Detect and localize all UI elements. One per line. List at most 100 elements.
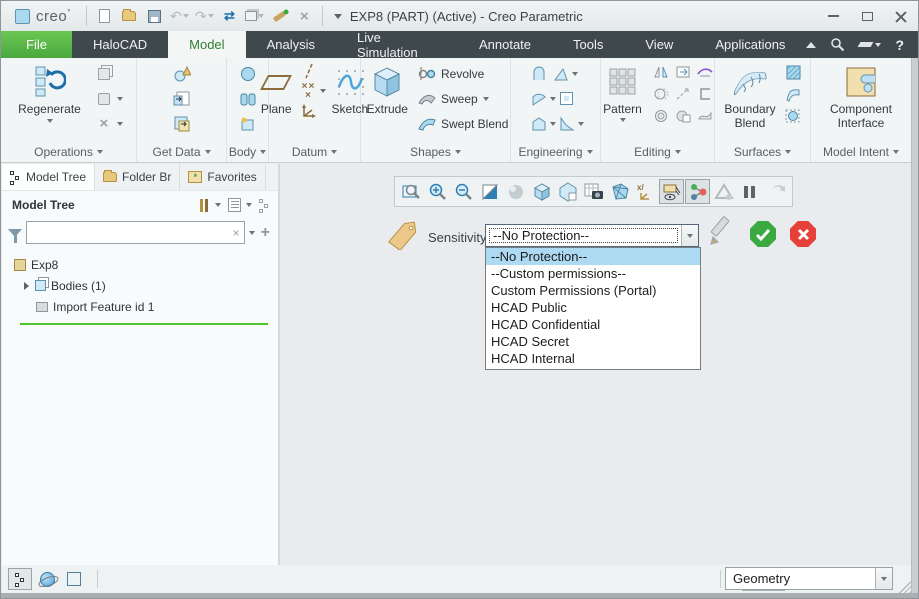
- add-filter-icon[interactable]: +: [259, 224, 272, 242]
- tab-halocad[interactable]: HaloCAD: [72, 31, 168, 58]
- surface-solidify-icon[interactable]: [782, 105, 804, 127]
- tab-model-tree[interactable]: Model Tree: [2, 164, 95, 190]
- chamfer-icon[interactable]: [528, 113, 550, 135]
- dropdown-option[interactable]: Custom Permissions (Portal): [486, 282, 700, 299]
- cancel-button[interactable]: [790, 221, 816, 247]
- graphics-area[interactable]: x/ Sensitivity --No Protection--: [280, 164, 911, 565]
- search-icon[interactable]: [830, 37, 845, 52]
- plane-button[interactable]: Plane: [257, 61, 296, 117]
- group-label-surfaces[interactable]: Surfaces: [715, 141, 810, 162]
- solidify-icon[interactable]: [672, 105, 694, 127]
- tree-item-import-feature[interactable]: Import Feature id 1: [12, 296, 278, 317]
- filter-icon[interactable]: [8, 229, 22, 237]
- extend-icon[interactable]: [694, 83, 716, 105]
- sensitivity-combobox[interactable]: --No Protection--: [485, 224, 699, 247]
- tree-tools-icon[interactable]: [196, 197, 223, 214]
- dropdown-option[interactable]: HCAD Confidential: [486, 316, 700, 333]
- boundary-blend-button[interactable]: Boundary Blend: [721, 61, 779, 131]
- revolve-button[interactable]: Revolve: [416, 61, 508, 86]
- surface-copy-icon[interactable]: [782, 83, 804, 105]
- thicken-icon[interactable]: [650, 105, 672, 127]
- view-manager-icon[interactable]: [607, 179, 632, 204]
- pattern-button[interactable]: Pattern: [599, 61, 646, 123]
- erase-not-displayed-icon[interactable]: [267, 5, 292, 27]
- swept-blend-button[interactable]: Swept Blend: [416, 111, 508, 136]
- tab-folder-browser[interactable]: Folder Br: [95, 164, 180, 190]
- group-label-engineering[interactable]: Engineering: [511, 141, 600, 162]
- group-label-operations[interactable]: Operations: [1, 141, 136, 162]
- delete-icon[interactable]: ×: [93, 113, 115, 135]
- user-defined-feature-icon[interactable]: [171, 63, 193, 85]
- datum-display-icon[interactable]: x/: [633, 179, 658, 204]
- dropdown-option[interactable]: --No Protection--: [486, 248, 700, 265]
- undo-icon[interactable]: ↶: [167, 5, 192, 27]
- new-body-icon[interactable]: [237, 63, 259, 85]
- toggle-navigator-icon[interactable]: [8, 568, 32, 590]
- tab-favorites[interactable]: * Favorites: [180, 164, 265, 190]
- window-menu-caret[interactable]: [334, 14, 342, 19]
- analysis-display-icon[interactable]: [711, 179, 736, 204]
- web-browser-icon[interactable]: [35, 568, 59, 590]
- body-split-icon[interactable]: [237, 88, 259, 110]
- dropdown-option[interactable]: HCAD Secret: [486, 333, 700, 350]
- edit-pencil-icon[interactable]: [708, 216, 738, 251]
- group-label-editing[interactable]: Editing: [601, 141, 714, 162]
- shading-style-icon[interactable]: [503, 179, 528, 204]
- group-label-datum[interactable]: Datum: [269, 141, 360, 162]
- group-label-get-data[interactable]: Get Data: [137, 141, 226, 162]
- sweep-button[interactable]: Sweep: [416, 86, 508, 111]
- rib-icon[interactable]: [556, 113, 578, 135]
- clear-filter-icon[interactable]: ×: [229, 226, 244, 240]
- warp-icon[interactable]: [694, 105, 716, 127]
- redo-icon[interactable]: ↷: [192, 5, 217, 27]
- capture-icon[interactable]: [581, 179, 606, 204]
- show-dragger-icon[interactable]: [685, 179, 710, 204]
- copy-icon[interactable]: [93, 63, 115, 85]
- regenerate-list-icon[interactable]: ⇄: [217, 5, 242, 27]
- hole-icon[interactable]: [528, 63, 550, 85]
- merge-icon[interactable]: [672, 61, 694, 83]
- insert-here-line[interactable]: [20, 323, 268, 325]
- resume-icon[interactable]: [763, 179, 788, 204]
- selection-filter-arrow[interactable]: [875, 568, 892, 589]
- tree-settings-icon[interactable]: [226, 196, 254, 214]
- close-button[interactable]: [884, 1, 918, 31]
- ok-button[interactable]: [750, 221, 776, 247]
- tab-view[interactable]: View: [624, 31, 694, 58]
- save-icon[interactable]: [142, 5, 167, 27]
- expand-arrow-icon[interactable]: [24, 282, 29, 290]
- tab-tools[interactable]: Tools: [552, 31, 624, 58]
- saved-orientations-icon[interactable]: [555, 179, 580, 204]
- paste-icon[interactable]: [93, 88, 115, 110]
- tree-filter-field[interactable]: [27, 222, 229, 243]
- help-icon[interactable]: ?: [895, 37, 904, 53]
- draft-icon[interactable]: [550, 63, 572, 85]
- windows-icon[interactable]: [242, 5, 267, 27]
- learning-connector-icon[interactable]: [859, 42, 881, 47]
- body-copy-icon[interactable]: [237, 113, 259, 135]
- mirror-icon[interactable]: [650, 61, 672, 83]
- display-style-icon[interactable]: [529, 179, 554, 204]
- repaint-icon[interactable]: [477, 179, 502, 204]
- tab-analysis[interactable]: Analysis: [246, 31, 336, 58]
- tab-model[interactable]: Model: [168, 31, 245, 58]
- full-screen-icon[interactable]: [62, 568, 86, 590]
- tab-live-simulation[interactable]: Live Simulation: [336, 31, 458, 58]
- filter-history-caret[interactable]: [249, 231, 255, 235]
- dropdown-option[interactable]: HCAD Public: [486, 299, 700, 316]
- tree-item-part[interactable]: Exp8: [12, 254, 278, 275]
- zoom-in-icon[interactable]: [425, 179, 450, 204]
- group-label-body[interactable]: Body: [227, 141, 268, 162]
- resize-grip[interactable]: [899, 581, 911, 593]
- minimize-button[interactable]: [816, 1, 850, 31]
- project-icon[interactable]: [672, 83, 694, 105]
- annotation-display-icon[interactable]: [659, 179, 684, 204]
- import-icon[interactable]: [171, 88, 193, 110]
- maximize-button[interactable]: [850, 1, 884, 31]
- axis-icon[interactable]: [298, 60, 320, 82]
- fill-icon[interactable]: [782, 61, 804, 83]
- tab-annotate[interactable]: Annotate: [458, 31, 552, 58]
- offset-icon[interactable]: [650, 83, 672, 105]
- component-interface-button[interactable]: Component Interface: [821, 61, 901, 131]
- new-file-icon[interactable]: [92, 5, 117, 27]
